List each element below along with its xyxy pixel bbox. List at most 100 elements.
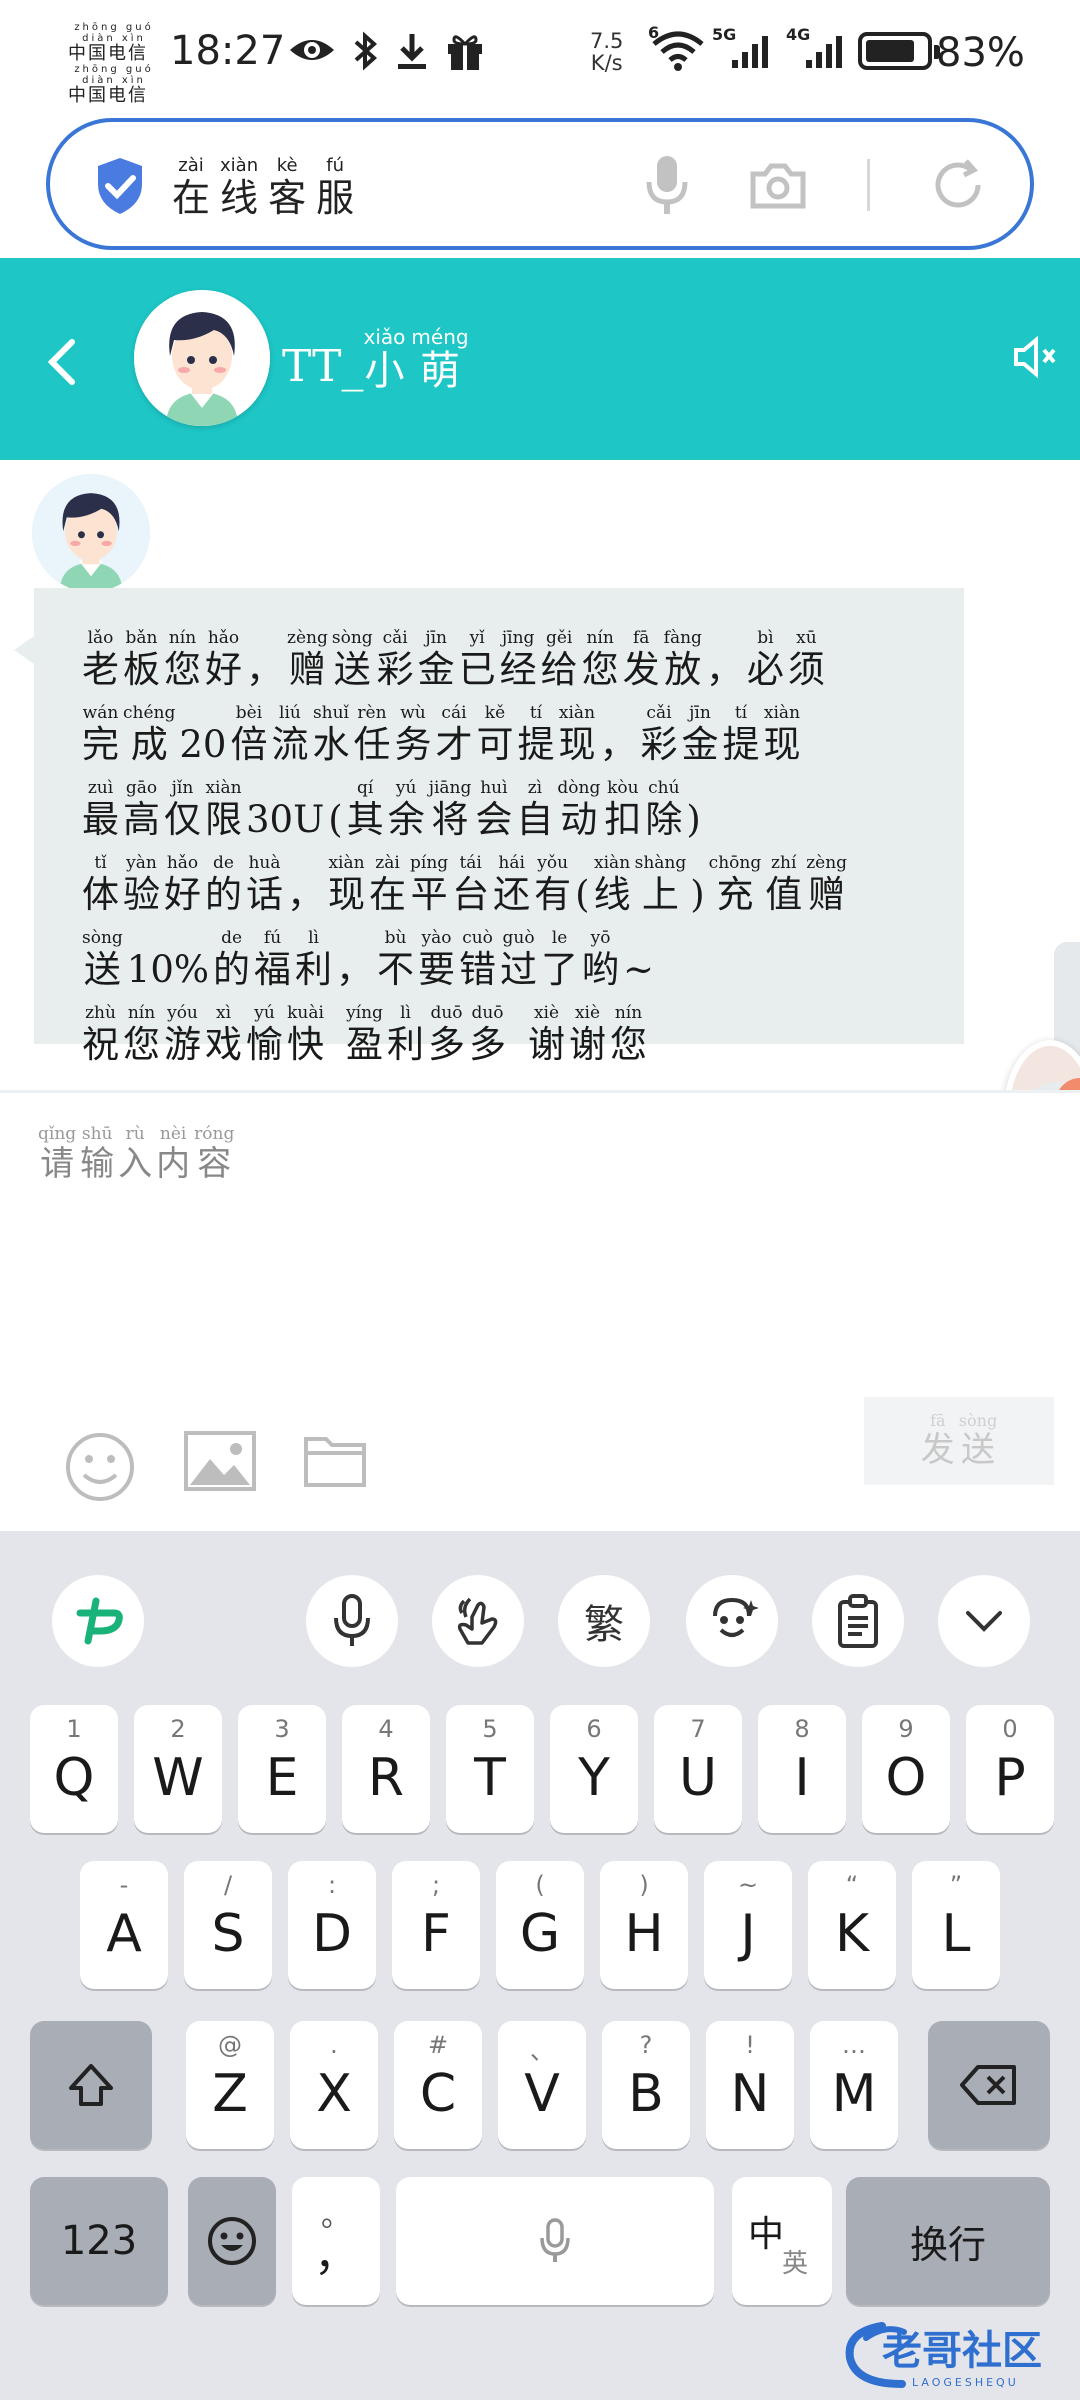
keyboard-voice-button[interactable]	[306, 1575, 398, 1667]
key-a[interactable]: -A	[80, 1861, 168, 1989]
key-o[interactable]: 9O	[862, 1705, 950, 1833]
keyboard-face-button[interactable]	[686, 1575, 778, 1667]
hanzi: 已	[458, 648, 496, 691]
pinyin: chú	[648, 778, 680, 798]
ruby-char: cuò 错	[459, 929, 496, 992]
ruby-char: yú 愉	[246, 1004, 283, 1067]
pinyin: guò	[502, 928, 535, 948]
watermark-logo: 老哥社区 LAOGESHEQU	[845, 2322, 1042, 2389]
ruby-char: cǎi 彩	[377, 629, 414, 692]
key-letter: D	[311, 1904, 353, 1964]
emoji-key[interactable]	[188, 2177, 276, 2305]
pinyin: nèi	[159, 1124, 187, 1144]
hanzi: 福	[254, 948, 292, 991]
pinyin: xū	[796, 628, 817, 648]
pinyin: jīn	[689, 703, 711, 723]
ruby-char: fú 福	[254, 929, 292, 992]
emoji-icon[interactable]	[64, 1431, 136, 1503]
send-button[interactable]: fā 发 sòng 送	[864, 1397, 1054, 1485]
hanzi: 倍	[230, 723, 268, 766]
ruby-char: yóu 游	[164, 1004, 201, 1067]
pinyin: sòng	[331, 628, 373, 648]
key-d[interactable]: :D	[288, 1861, 376, 1989]
key-f[interactable]: ; F	[392, 1861, 480, 1989]
key-w[interactable]: 2W	[134, 1705, 222, 1833]
hanzi: 金	[681, 723, 719, 766]
input-area: qǐng 请 shū 输 rù 入 nèi 内 róng 容 fā 发 sòng 送	[0, 1093, 1080, 1531]
key-x[interactable]: .X	[290, 2021, 378, 2149]
pinyin: tái	[459, 853, 482, 873]
punctuation-key[interactable]: 。 ，	[292, 2177, 380, 2305]
key-l[interactable]: ” L	[912, 1861, 1000, 1989]
search-query[interactable]: zài 在 xiàn 线 kè 客 fú 服	[172, 156, 354, 221]
key-e[interactable]: 3E	[238, 1705, 326, 1833]
key-j[interactable]: ~ J	[704, 1861, 792, 1989]
hanzi: 将	[431, 798, 469, 841]
message-input[interactable]: qǐng 请 shū 输 rù 入 nèi 内 róng 容	[38, 1124, 234, 1185]
agent-name-prefix: TT_	[282, 341, 364, 392]
key-letter: S	[211, 1904, 245, 1964]
number-key[interactable]: 123	[30, 2177, 168, 2305]
message-line: tǐ 体 yàn 验 hǎo 好 de 的 huà 话， xiàn 现 zài 在 píng 平 tái 台 hái…	[82, 841, 916, 917]
punctuation-main: ，	[314, 2230, 358, 2281]
refresh-icon[interactable]	[930, 157, 986, 213]
hanzi: 仅	[164, 798, 201, 841]
language-switch-key[interactable]: 中 英	[732, 2177, 832, 2305]
hanzi: (	[328, 798, 343, 841]
traditional-chinese-button[interactable]: 繁	[558, 1575, 650, 1667]
message-bubble[interactable]: lǎo 老 bǎn 板 nín 您 hǎo 好， zèng 赠 sòng 送 cǎi 彩 jīn 金 yǐ 已 jī…	[14, 588, 964, 1066]
battery-icon	[858, 32, 940, 70]
key-m[interactable]: … M	[810, 2021, 898, 2149]
key-i[interactable]: 8I	[758, 1705, 846, 1833]
pinyin: huì	[480, 778, 508, 798]
pinyin: píng	[410, 853, 449, 873]
keyboard-clipboard-button[interactable]	[812, 1575, 904, 1667]
key-u[interactable]: 7U	[654, 1705, 742, 1833]
pinyin: yào	[421, 928, 452, 948]
keyboard-collapse-button[interactable]	[938, 1575, 1030, 1667]
key-y[interactable]: 6Y	[550, 1705, 638, 1833]
key-n[interactable]: ! N	[706, 2021, 794, 2149]
key-v[interactable]: 、 V	[498, 2021, 586, 2149]
key-hint: #	[427, 2031, 449, 2059]
space-key[interactable]	[396, 2177, 714, 2305]
keyboard-handwriting-button[interactable]	[432, 1575, 524, 1667]
image-icon[interactable]	[184, 1431, 256, 1491]
mute-icon[interactable]	[1012, 334, 1058, 380]
key-h[interactable]: ) H	[600, 1861, 688, 1989]
camera-icon[interactable]	[749, 160, 807, 210]
enter-key-label: 换行	[909, 2222, 986, 2267]
ruby-char: kòu 扣	[604, 779, 641, 842]
browser-search-bar[interactable]: zài 在 xiàn 线 kè 客 fú 服	[46, 118, 1034, 250]
hanzi: 给	[540, 648, 578, 691]
key-p[interactable]: 0P	[966, 1705, 1054, 1833]
keyboard-logo-button[interactable]	[52, 1575, 144, 1667]
key-g[interactable]: (G	[496, 1861, 584, 1989]
key-k[interactable]: “K	[808, 1861, 896, 1989]
key-hint: 、	[530, 2037, 554, 2065]
hanzi: 过	[500, 948, 538, 991]
enter-key[interactable]: 换行	[846, 2177, 1050, 2305]
folder-icon[interactable]	[304, 1431, 366, 1487]
key-s[interactable]: / S	[184, 1861, 272, 1989]
carrier-name: 中国电信	[68, 43, 148, 64]
hanzi: ，	[599, 723, 637, 766]
key-b[interactable]: ? B	[602, 2021, 690, 2149]
key-q[interactable]: 1Q	[30, 1705, 118, 1833]
mic-icon[interactable]	[645, 154, 689, 216]
backspace-key[interactable]	[928, 2021, 1050, 2149]
shift-key[interactable]	[30, 2021, 152, 2149]
key-c[interactable]: # C	[394, 2021, 482, 2149]
hanzi: 送	[333, 648, 371, 691]
pinyin: tí	[529, 703, 543, 723]
ruby-char: xiàn 限	[205, 779, 242, 842]
key-r[interactable]: 4R	[342, 1705, 430, 1833]
pinyin: bǎn	[125, 628, 158, 648]
key-t[interactable]: 5T	[446, 1705, 534, 1833]
battery-percent: 83%	[936, 30, 1025, 76]
ruby-char: méng 萌	[411, 326, 468, 394]
back-arrow-icon[interactable]	[44, 338, 78, 386]
ruby-char: yíng 盈	[346, 1004, 383, 1067]
key-z[interactable]: @ Z	[186, 2021, 274, 2149]
ruby-char: xū 须	[788, 628, 825, 692]
